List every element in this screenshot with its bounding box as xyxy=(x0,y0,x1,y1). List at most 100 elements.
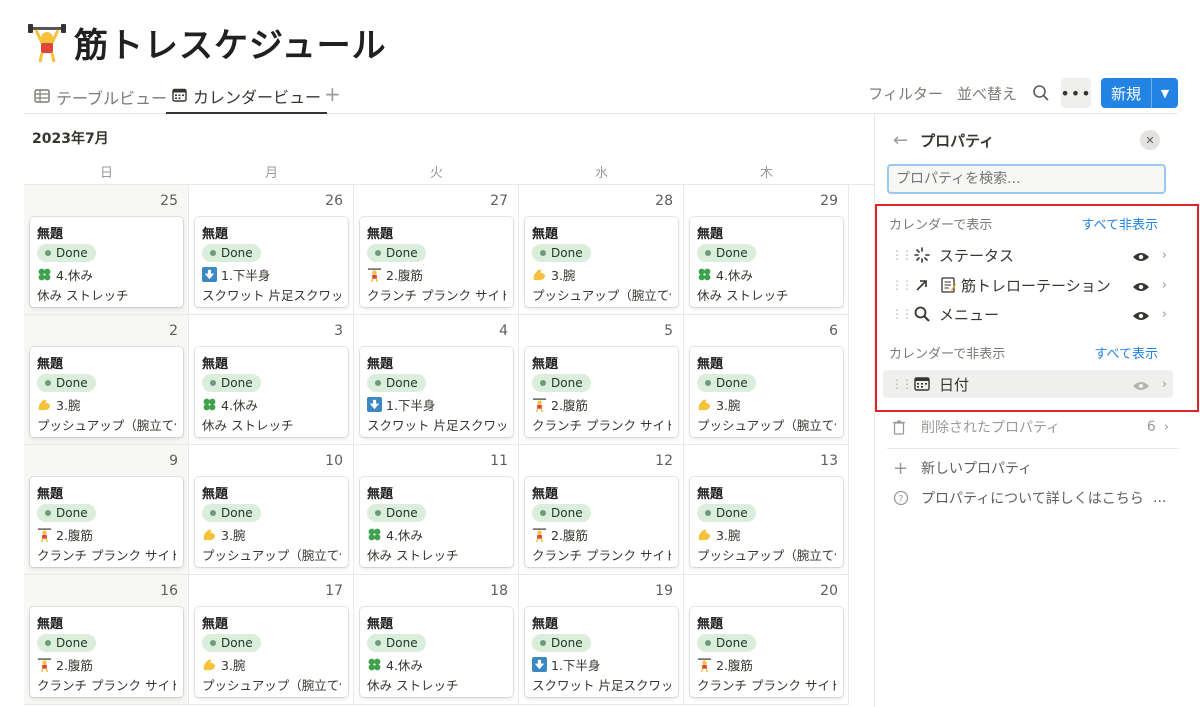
drag-handle-icon[interactable]: ⋮⋮ xyxy=(891,278,913,292)
event-card[interactable]: 無題 Done 2.腹筋クランチ プランク サイドプランク xyxy=(30,477,183,567)
property-search-input[interactable] xyxy=(887,164,1166,194)
chevron-right-icon[interactable]: › xyxy=(1164,420,1169,435)
calendar-day-cell[interactable]: 20 無題 Done 2.腹筋クランチ プランク サイドプランク xyxy=(684,575,849,705)
status-text: Done xyxy=(716,506,748,520)
calendar-day-cell[interactable]: 10 無題 Done 3.腕プッシュアップ（腕立て伏せ） xyxy=(189,445,354,575)
calendar-day-cell[interactable]: 12 無題 Done 2.腹筋クランチ プランク サイドプランク xyxy=(519,445,684,575)
weightlifter-icon xyxy=(37,657,52,672)
menu-label: 3.腕 xyxy=(56,397,81,413)
event-card[interactable]: 無題 Done 2.腹筋クランチ プランク サイドプランク xyxy=(690,607,843,697)
new-button-label[interactable]: 新規 xyxy=(1101,78,1152,108)
chevron-right-icon[interactable]: › xyxy=(1162,377,1167,392)
calendar-day-cell[interactable]: 29 無題 Done 4.休み 休み ストレッチ xyxy=(684,185,849,315)
eye-icon[interactable] xyxy=(1132,279,1150,291)
chevron-right-icon[interactable]: › xyxy=(1162,278,1167,293)
calendar-day-cell[interactable]: 13 無題 Done 3.腕プッシュアップ（腕立て伏せ） xyxy=(684,445,849,575)
calendar-day-cell[interactable]: 26 無題 Done 1.下半身 スクワット 片足スクワット xyxy=(189,185,354,315)
event-card[interactable]: 無題 Done 2.腹筋クランチ プランク サイドプランク xyxy=(525,347,678,437)
calendar-day-cell[interactable]: 5 無題 Done 2.腹筋クランチ プランク サイドプランク xyxy=(519,315,684,445)
page-title[interactable]: 筋トレスケジュール xyxy=(74,18,387,67)
drag-handle-icon[interactable]: ⋮⋮ xyxy=(891,377,913,391)
event-card[interactable]: 無題 Done 4.休み 休み ストレッチ xyxy=(690,217,843,307)
property-name: 日付 xyxy=(939,375,970,394)
event-card[interactable]: 無題 Done 1.下半身 スクワット 片足スクワット xyxy=(525,607,678,697)
event-card[interactable]: 無題 Done 3.腕プッシュアップ（腕立て伏せ） xyxy=(525,217,678,307)
event-card[interactable]: 無題 Done 3.腕プッシュアップ（腕立て伏せ） xyxy=(30,347,183,437)
close-icon[interactable]: ✕ xyxy=(1140,130,1160,150)
calendar-day-cell[interactable]: 11 無題 Done 4.休み 休み ストレッチ xyxy=(354,445,519,575)
status-text: Done xyxy=(551,636,583,650)
event-card[interactable]: 無題 Done 3.腕プッシュアップ（腕立て伏せ） xyxy=(690,477,843,567)
chevron-right-icon[interactable]: › xyxy=(1162,248,1167,263)
event-card[interactable]: 無題 Done 2.腹筋クランチ プランク サイドプランク xyxy=(525,477,678,567)
clover-icon xyxy=(697,267,712,282)
eye-icon[interactable] xyxy=(1132,249,1150,261)
event-card[interactable]: 無題 Done 4.休み 休み ストレッチ xyxy=(195,347,348,437)
exercise-detail: クランチ プランク サイドプランク xyxy=(532,418,671,433)
eye-hidden-icon[interactable] xyxy=(1132,378,1150,390)
event-card[interactable]: 無題 Done 2.腹筋クランチ プランク サイドプランク xyxy=(360,217,513,307)
exercise-detail: プッシュアップ（腕立て伏せ） xyxy=(37,418,176,433)
calendar-day-cell[interactable]: 25 無題 Done 4.休み 休み ストレッチ xyxy=(24,185,189,315)
status-badge: Done xyxy=(697,374,756,392)
menu-label: 3.腕 xyxy=(221,657,246,673)
down-arrow-icon xyxy=(532,656,547,672)
back-arrow-icon[interactable]: ← xyxy=(893,130,908,151)
eye-icon[interactable] xyxy=(1132,308,1150,320)
calendar-day-cell[interactable]: 6 無題 Done 3.腕プッシュアップ（腕立て伏せ） xyxy=(684,315,849,445)
event-card[interactable]: 無題 Done 3.腕プッシュアップ（腕立て伏せ） xyxy=(195,477,348,567)
add-view-icon[interactable]: + xyxy=(324,82,341,106)
more-options-button[interactable]: ••• xyxy=(1060,78,1091,108)
hide-all-link[interactable]: すべて非表示 xyxy=(1081,214,1158,233)
event-card[interactable]: 無題 Done 3.腕プッシュアップ（腕立て伏せ） xyxy=(195,607,348,697)
event-card[interactable]: 無題 Done 4.休み 休み ストレッチ xyxy=(30,217,183,307)
chevron-down-icon[interactable]: ▼ xyxy=(1152,78,1178,108)
new-button[interactable]: 新規 ▼ xyxy=(1100,78,1178,108)
calendar-day-cell[interactable]: 16 無題 Done 2.腹筋クランチ プランク サイドプランク xyxy=(24,575,189,705)
show-all-link[interactable]: すべて表示 xyxy=(1094,343,1158,362)
calendar-day-cell[interactable]: 28 無題 Done 3.腕プッシュアップ（腕立て伏せ） xyxy=(519,185,684,315)
search-icon[interactable] xyxy=(1031,83,1051,103)
filter-button[interactable]: フィルター xyxy=(868,83,943,104)
event-title: 無題 xyxy=(697,617,724,632)
status-dot xyxy=(210,250,216,256)
calendar-day-cell[interactable]: 2 無題 Done 3.腕プッシュアップ（腕立て伏せ） xyxy=(24,315,189,445)
drag-handle-icon[interactable]: ⋮⋮ xyxy=(891,248,913,262)
tab-calendar-view[interactable]: カレンダービュー xyxy=(166,80,328,114)
property-row-status[interactable]: ⋮⋮ ステータス › xyxy=(883,241,1173,269)
exercise-detail: 休み ストレッチ xyxy=(697,288,789,303)
calendar-grid: 25 無題 Done 4.休み 休み ストレッチ 26 無題 Done 1.下半身 スクワット 片… xyxy=(24,184,874,707)
calendar-day-cell[interactable]: 9 無題 Done 2.腹筋クランチ プランク サイドプランク xyxy=(24,445,189,575)
learn-properties-label: プロパティについて詳しくはこちら xyxy=(921,491,1144,507)
calendar-day-cell[interactable]: 4 無題 Done 1.下半身 スクワット 片足スクワット xyxy=(354,315,519,445)
sort-button[interactable]: 並べ替え xyxy=(957,83,1017,104)
event-card[interactable]: 無題 Done 1.下半身 スクワット 片足スクワット xyxy=(195,217,348,307)
property-row-menu[interactable]: ⋮⋮ メニュー › xyxy=(883,300,1173,328)
property-row-date[interactable]: ⋮⋮ 日付 › xyxy=(883,370,1173,398)
property-row-relation[interactable]: ⋮⋮ 筋トレローテーション › xyxy=(883,271,1173,299)
calendar-day-cell[interactable]: 27 無題 Done 2.腹筋クランチ プランク サイドプランク xyxy=(354,185,519,315)
learn-properties-link[interactable]: ? プロパティについて詳しくはこちら ... xyxy=(893,486,1166,510)
weightlifter-icon[interactable] xyxy=(28,23,66,63)
event-card[interactable]: 無題 Done 4.休み 休み ストレッチ xyxy=(360,607,513,697)
clover-icon xyxy=(202,397,217,412)
tab-table-view[interactable]: テーブルビュー xyxy=(28,80,173,114)
drag-handle-icon[interactable]: ⋮⋮ xyxy=(891,307,913,321)
menu-tag: 2.腹筋 xyxy=(367,265,506,283)
status-dot xyxy=(45,380,51,386)
calendar-day-cell[interactable]: 18 無題 Done 4.休み 休み ストレッチ xyxy=(354,575,519,705)
event-card[interactable]: 無題 Done 1.下半身 スクワット 片足スクワット xyxy=(360,347,513,437)
menu-label: 3.腕 xyxy=(716,527,741,543)
status-dot xyxy=(45,250,51,256)
event-card[interactable]: 無題 Done 4.休み 休み ストレッチ xyxy=(360,477,513,567)
chevron-right-icon[interactable]: › xyxy=(1162,307,1167,322)
calendar-day-cell[interactable]: 17 無題 Done 3.腕プッシュアップ（腕立て伏せ） xyxy=(189,575,354,705)
calendar-day-cell[interactable]: 3 無題 Done 4.休み 休み ストレッチ xyxy=(189,315,354,445)
event-card[interactable]: 無題 Done 2.腹筋クランチ プランク サイドプランク xyxy=(30,607,183,697)
event-card[interactable]: 無題 Done 3.腕プッシュアップ（腕立て伏せ） xyxy=(690,347,843,437)
status-text: Done xyxy=(56,636,88,650)
day-number: 28 xyxy=(655,193,673,209)
deleted-properties-row[interactable]: 削除されたプロパティ 6 › xyxy=(891,414,1175,440)
new-property-button[interactable]: + 新しいプロパティ xyxy=(893,456,1032,480)
calendar-day-cell[interactable]: 19 無題 Done 1.下半身 スクワット 片足スクワット xyxy=(519,575,684,705)
